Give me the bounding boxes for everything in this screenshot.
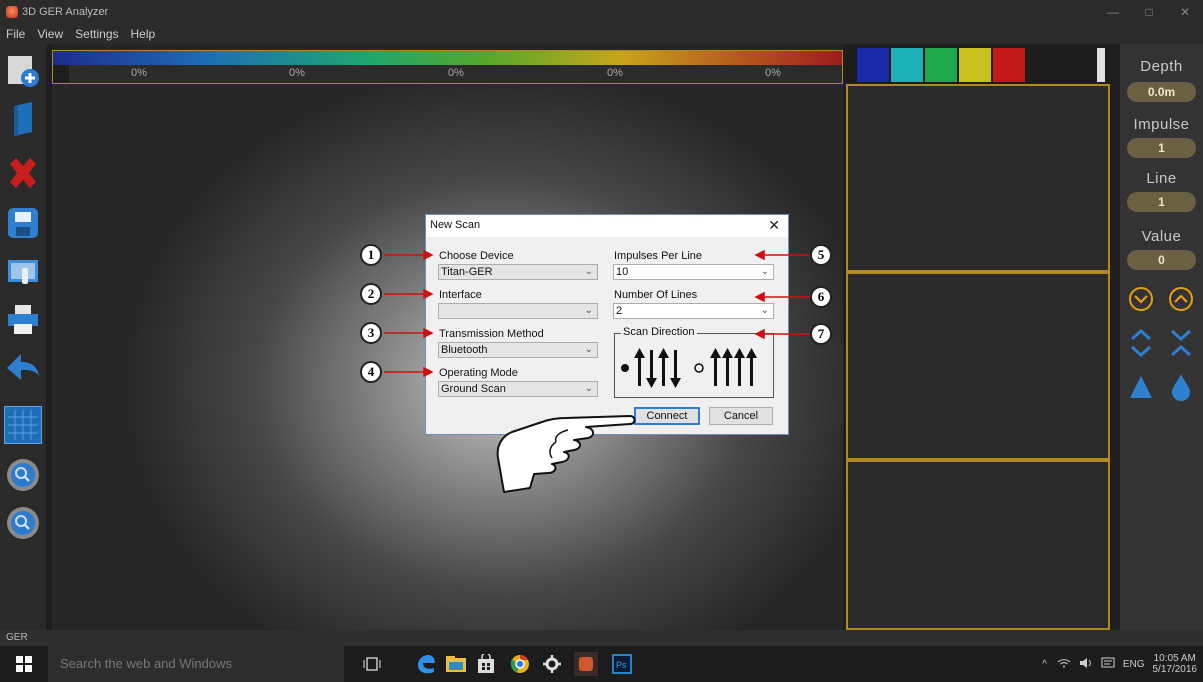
callout-6: 6 (810, 286, 832, 308)
callout-3: 3 (360, 322, 382, 344)
callout-7: 7 (810, 323, 832, 345)
callout-2: 2 (360, 283, 382, 305)
callout-arrows (384, 249, 810, 378)
pointing-hand-icon (496, 415, 636, 493)
callout-4: 4 (360, 361, 382, 383)
callout-1: 1 (360, 244, 382, 266)
callout-5: 5 (810, 244, 832, 266)
